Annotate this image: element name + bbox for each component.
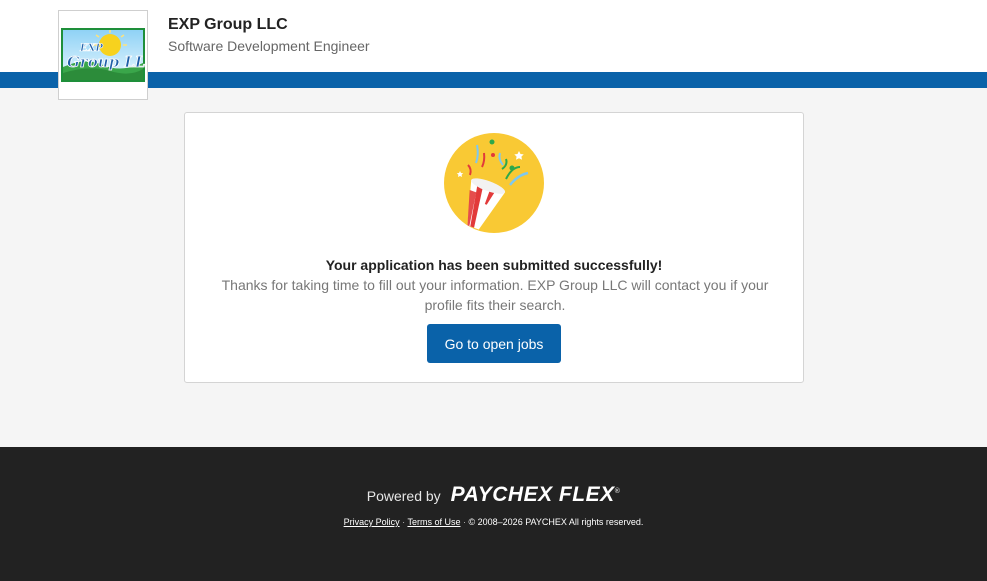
footer: Powered by PAYCHEX FLEX® Privacy Policy … bbox=[0, 447, 987, 581]
brand-name: PAYCHEX FLEX bbox=[450, 483, 615, 506]
legal-row: Privacy Policy · Terms of Use · © 2008–2… bbox=[0, 517, 987, 527]
powered-by-label: Powered by bbox=[366, 488, 441, 504]
go-to-open-jobs-button[interactable]: Go to open jobs bbox=[427, 324, 561, 363]
terms-of-use-link[interactable]: Terms of Use bbox=[407, 517, 460, 527]
powered-by-row: Powered by PAYCHEX FLEX® bbox=[0, 483, 987, 507]
job-title: Software Development Engineer bbox=[168, 38, 370, 54]
company-name: EXP Group LLC bbox=[168, 16, 288, 33]
page: EXP Group LLC Software Development Engin… bbox=[0, 0, 987, 581]
company-logo-image: EXP Group LLC bbox=[61, 28, 146, 82]
company-logo: EXP Group LLC bbox=[58, 10, 148, 100]
paychex-flex-logo: PAYCHEX FLEX® bbox=[451, 483, 621, 507]
party-popper-icon bbox=[444, 133, 544, 233]
separator: · bbox=[463, 517, 466, 527]
separator: · bbox=[402, 517, 406, 527]
copyright-text: © 2008–2026 PAYCHEX All rights reserved. bbox=[468, 517, 644, 527]
header-accent-bar bbox=[0, 72, 987, 88]
header: EXP Group LLC Software Development Engin… bbox=[0, 0, 987, 72]
brand-registered-mark: ® bbox=[614, 488, 621, 495]
privacy-policy-link[interactable]: Privacy Policy bbox=[344, 517, 400, 527]
success-message: Thanks for taking time to fill out your … bbox=[221, 277, 769, 313]
logo-text-main: Group LLC bbox=[67, 53, 146, 71]
success-title: Your application has been submitted succ… bbox=[325, 257, 663, 273]
confirmation-card: Your application has been submitted succ… bbox=[184, 112, 804, 383]
